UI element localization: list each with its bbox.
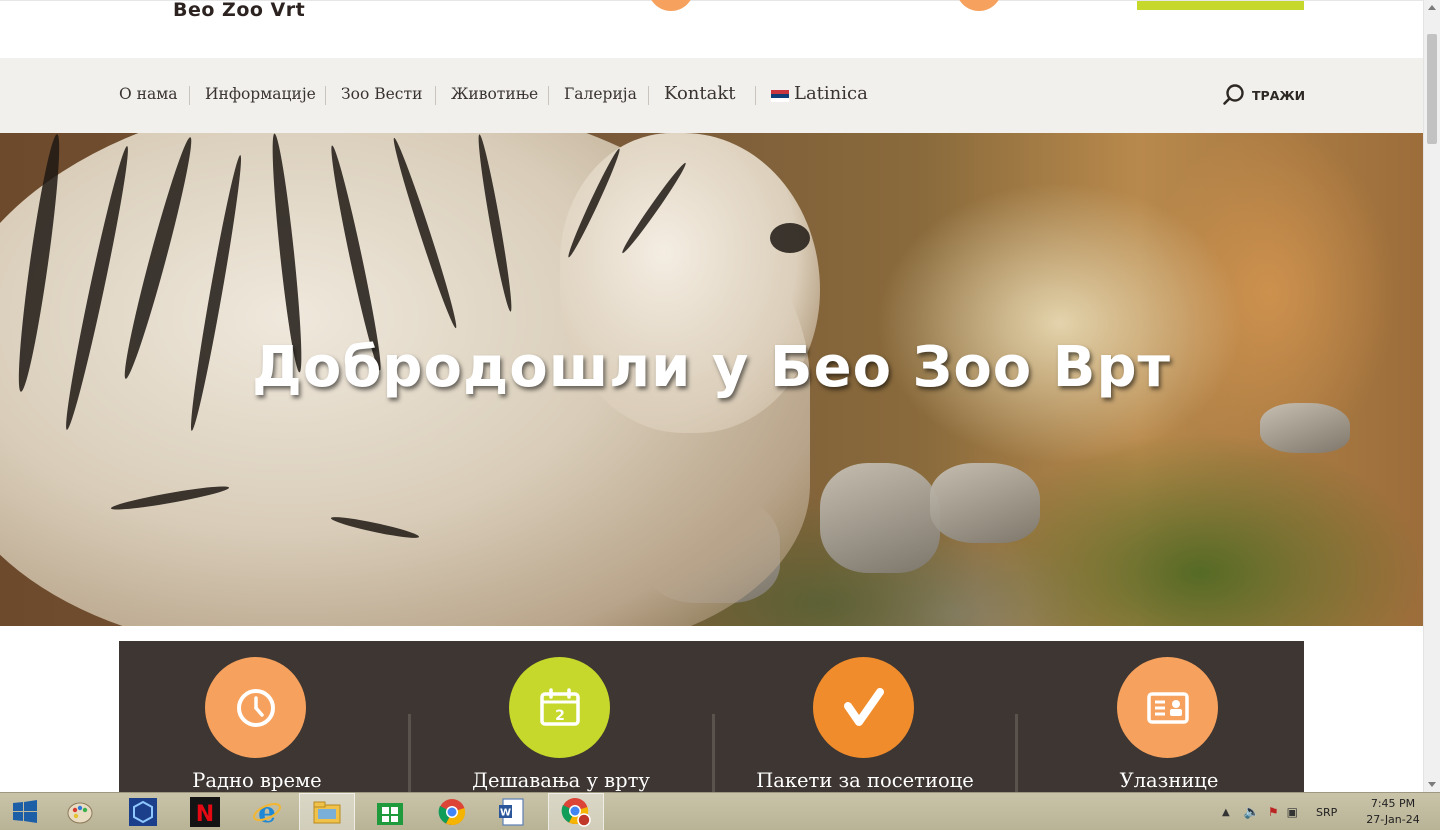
system-tray: ▲ 🔈 ⚑ ▣ SRP (1222, 793, 1337, 830)
feature-label: Пакети за посетиоце (756, 769, 974, 792)
nav-item-news[interactable]: Зоо Вести (341, 85, 422, 103)
start-button[interactable] (0, 793, 50, 830)
netflix-icon: N (190, 797, 220, 827)
taskbar-file-explorer[interactable] (299, 793, 355, 830)
feature-separator (408, 714, 411, 793)
svg-text:W: W (500, 808, 511, 819)
volume-icon[interactable]: 🔈 (1244, 805, 1260, 820)
hero-image-rock (1260, 403, 1350, 453)
feature-opening-hours[interactable]: Радно време (119, 641, 415, 793)
taskbar-app-cube[interactable] (115, 793, 171, 830)
word-document-icon: W (499, 798, 524, 826)
header-green-button[interactable] (1137, 1, 1304, 10)
hero-image-rock (820, 463, 940, 573)
nav-item-animals[interactable]: Животиње (451, 85, 538, 103)
clock-date: 27-Jan-24 (1366, 813, 1420, 826)
calendar-icon: 2 (539, 687, 580, 726)
features-panel: Радно време 2 Дешавања у врту Пакети за … (119, 641, 1304, 793)
nav-separator (648, 86, 649, 105)
taskbar-chrome[interactable] (424, 793, 480, 830)
tray-expand-icon[interactable]: ▲ (1222, 807, 1230, 818)
feature-circle[interactable] (813, 657, 914, 758)
taskbar-internet-explorer[interactable]: e (239, 793, 295, 830)
nav-item-gallery[interactable]: Галерија (564, 85, 637, 103)
nav-separator (755, 86, 756, 105)
scrollbar-thumb[interactable] (1427, 34, 1437, 144)
hero-image-rock (930, 463, 1040, 543)
feature-separator (712, 714, 715, 793)
search-icon (1223, 84, 1244, 105)
nav-item-contact[interactable]: Kontakt (664, 83, 736, 104)
feature-tickets[interactable]: Улазнице (1031, 641, 1304, 793)
nav-separator (189, 86, 190, 105)
taskbar-word[interactable]: W (484, 793, 540, 830)
site-logo[interactable]: Beo Zoo Vrt (173, 0, 305, 21)
feature-circle[interactable] (1117, 657, 1218, 758)
taskbar-chrome-profile[interactable] (548, 793, 604, 830)
svg-text:e: e (258, 797, 276, 827)
taskbar-netflix[interactable]: N (177, 793, 233, 830)
main-navigation: О нама Информације Зоо Вести Животиње Га… (0, 58, 1423, 133)
svg-text:2: 2 (555, 708, 565, 724)
taskbar-store[interactable] (362, 793, 418, 830)
checkmark-icon (843, 687, 884, 726)
feature-label: Радно време (192, 769, 322, 792)
hero-title: Добродошли у Бео Зоо Врт (251, 335, 1171, 400)
site-header: Beo Zoo Vrt (0, 0, 1423, 58)
clock-time: 7:45 PM (1370, 797, 1416, 810)
clock-icon (236, 688, 275, 727)
nav-separator (548, 86, 549, 105)
taskbar-paint[interactable] (52, 793, 108, 830)
action-center-flag-icon[interactable]: ⚑ (1268, 805, 1279, 819)
svg-text:N: N (196, 802, 214, 827)
network-icon[interactable]: ▣ (1287, 805, 1298, 819)
chrome-icon (438, 799, 466, 826)
nav-separator (435, 86, 436, 105)
feature-circle[interactable]: 2 (509, 657, 610, 758)
serbia-flag-icon (771, 90, 789, 102)
store-icon (377, 803, 403, 825)
hero-image-tiger-nose (770, 223, 810, 253)
scroll-up-icon[interactable] (1428, 5, 1436, 10)
input-language[interactable]: SRP (1316, 806, 1337, 819)
vertical-scrollbar[interactable] (1423, 0, 1440, 792)
header-orange-icon[interactable] (956, 0, 1002, 11)
nav-item-info[interactable]: Информације (205, 85, 316, 103)
chrome-profile-icon (561, 798, 591, 827)
feature-circle[interactable] (205, 657, 306, 758)
nav-separator (325, 86, 326, 105)
nav-item-language[interactable]: Latinica (794, 83, 868, 104)
taskbar-clock[interactable]: 7:45 PM 27-Jan-24 (1360, 796, 1426, 828)
ticket-icon (1146, 691, 1189, 724)
feature-separator (1015, 714, 1018, 793)
nav-item-about[interactable]: О нама (119, 85, 178, 103)
hero-banner: Добродошли у Бео Зоо Врт (0, 133, 1423, 626)
internet-explorer-icon: e (253, 797, 281, 827)
scroll-down-icon[interactable] (1428, 782, 1436, 787)
feature-label: Улазнице (1119, 769, 1219, 792)
feature-label: Дешавања у врту (472, 769, 650, 792)
search-label: ТРАЖИ (1252, 87, 1306, 103)
header-orange-icon[interactable] (648, 0, 694, 11)
windows-taskbar: N e W ▲ 🔈 ⚑ ▣ SRP 7:45 PM 27-Jan-24 (0, 792, 1440, 830)
feature-events[interactable]: 2 Дешавања у врту (423, 641, 719, 793)
windows-logo-icon (13, 800, 37, 823)
search-button[interactable]: ТРАЖИ (1222, 83, 1305, 107)
cube-app-icon (129, 798, 157, 826)
feature-visitor-packages[interactable]: Пакети за посетиоце (727, 641, 1023, 793)
paint-palette-icon (67, 802, 93, 824)
folder-icon (313, 801, 341, 824)
